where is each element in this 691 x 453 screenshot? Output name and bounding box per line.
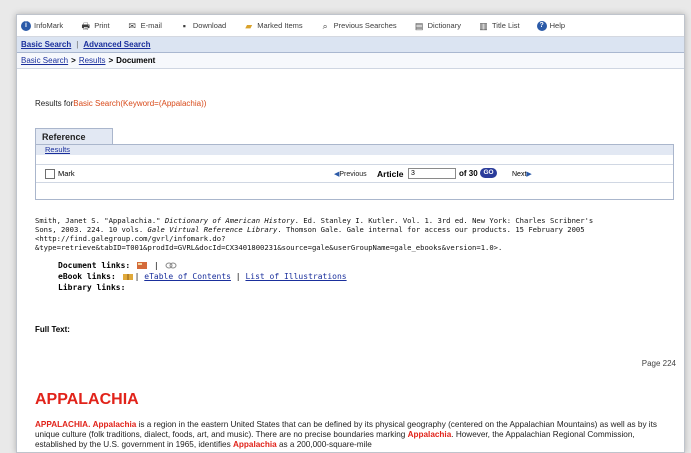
reference-body: Results Mark ◀Previous Article 3 of 30 G…	[35, 144, 674, 200]
help-button[interactable]: ? Help	[536, 20, 566, 31]
reference-panel: Reference Results Mark ◀Previous Article…	[35, 128, 674, 200]
full-text-label: Full Text:	[35, 325, 70, 334]
citation-url: <http://find.galegroup.com/gvrl/infomark…	[35, 234, 226, 243]
go-button[interactable]: GO	[480, 168, 497, 178]
results-for: Results forBasic Search(Keyword=(Appalac…	[35, 99, 206, 108]
breadcrumb: Basic Search > Results > Document	[17, 53, 684, 69]
highlight-term: Appalachia	[92, 420, 137, 429]
citation-collection: Gale Virtual Reference Library	[147, 225, 278, 234]
infomark-button[interactable]: i InfoMark	[21, 20, 64, 31]
results-for-prefix: Results for	[35, 99, 74, 108]
help-icon: ?	[536, 20, 547, 31]
breadcrumb-results[interactable]: Results	[79, 56, 106, 65]
breadcrumb-current: Document	[116, 56, 156, 65]
article-number-input[interactable]: 3	[408, 168, 456, 179]
next-label: Next	[512, 170, 527, 178]
email-icon: ✉	[128, 20, 136, 31]
previous-searches-label: Previous Searches	[333, 21, 397, 30]
highlight-term: Appalachia	[407, 430, 452, 439]
links-separator: |	[235, 272, 241, 281]
email-label: E-mail	[140, 21, 162, 30]
marked-items-button[interactable]: ▰ Marked Items	[243, 21, 302, 31]
next-arrow-icon: ▶	[526, 170, 532, 178]
breadcrumb-sep: >	[108, 56, 114, 65]
ebook-icon	[122, 274, 133, 280]
marked-items-icon: ▰	[245, 20, 253, 31]
breadcrumb-sep: >	[71, 56, 76, 65]
citation-text: Smith, Janet S. "Appalachia."	[35, 216, 165, 225]
download-icon: ▪	[182, 20, 186, 31]
advanced-search-link[interactable]: Advanced Search	[83, 40, 150, 49]
marked-items-label: Marked Items	[257, 21, 303, 30]
highlight-term: APPALACHIA.	[35, 420, 91, 429]
toolbar: i InfoMark 🖶 Print ✉ E-mail ▪ Download ▰ Mark…	[17, 15, 684, 37]
article-navigation: Mark ◀Previous Article 3 of 30 GO Next▶	[36, 164, 673, 183]
browser-frame: i InfoMark 🖶 Print ✉ E-mail ▪ Download ▰ Mark…	[16, 14, 685, 453]
search-nav-separator: |	[76, 40, 79, 49]
document-links-label: Document links:	[58, 261, 131, 270]
citation-source-title: Dictionary of American History	[164, 216, 295, 225]
article-text: as a 200,000-square-mile	[276, 440, 372, 449]
page-number: Page 224	[641, 359, 676, 368]
dictionary-icon: ▤	[414, 20, 424, 31]
document-link-icon[interactable]	[136, 261, 148, 270]
results-query: Basic Search(Keyword=(Appalachia))	[73, 99, 207, 108]
list-of-illustrations-link[interactable]: List of Illustrations	[245, 272, 346, 281]
dictionary-button[interactable]: ▤ Dictionary	[414, 21, 461, 31]
breadcrumb-basic-search[interactable]: Basic Search	[21, 56, 68, 65]
article-label: Article	[377, 168, 404, 179]
title-list-button[interactable]: ▥ Title List	[478, 20, 520, 31]
previous-searches-button[interactable]: ⌕ Previous Searches	[320, 21, 397, 31]
citation-text: . Thomson Gale. Gale internal for access…	[277, 225, 585, 234]
document-links-block: Document links: | eBook links: | eTable …	[58, 261, 347, 292]
title-list-icon: ▥	[479, 20, 488, 31]
library-links-label: Library links:	[58, 283, 126, 292]
tab-reference[interactable]: Reference	[35, 128, 113, 145]
article-title: APPALACHIA	[35, 391, 139, 408]
dictionary-label: Dictionary	[427, 21, 461, 30]
citation: Smith, Janet S. "Appalachia." Dictionary…	[35, 216, 675, 252]
download-label: Download	[192, 21, 227, 30]
highlight-term: Appalachia	[232, 440, 277, 449]
ebook-links-label: eBook links:	[58, 272, 116, 281]
previous-searches-icon: ⌕	[322, 20, 328, 31]
mark-label: Mark	[58, 169, 75, 178]
link-chain-icon[interactable]	[165, 261, 177, 270]
search-nav: Basic Search | Advanced Search	[17, 37, 684, 53]
title-list-label: Title List	[491, 21, 520, 30]
infomark-icon: i	[21, 20, 31, 31]
basic-search-link[interactable]: Basic Search	[21, 40, 71, 49]
download-button[interactable]: ▪ Download	[179, 21, 226, 31]
email-button[interactable]: ✉ E-mail	[127, 21, 162, 31]
results-link[interactable]: Results	[45, 145, 70, 154]
print-button[interactable]: 🖶 Print	[80, 21, 109, 31]
article-text: is a region in the eastern United States…	[136, 420, 555, 429]
article-total: of 30	[459, 169, 478, 178]
print-label: Print	[94, 21, 110, 30]
previous-link[interactable]: ◀Previous	[334, 170, 367, 178]
article-body: APPALACHIA. Appalachia is a region in th…	[35, 420, 675, 450]
next-link[interactable]: Next▶	[512, 170, 532, 178]
help-label: Help	[549, 21, 566, 30]
article-text: .	[451, 430, 454, 439]
infomark-label: InfoMark	[34, 21, 64, 30]
mark-checkbox[interactable]	[45, 168, 55, 179]
printer-icon: 🖶	[81, 20, 90, 31]
etable-of-contents-link[interactable]: eTable of Contents	[144, 272, 231, 281]
reference-subnav: Results	[36, 145, 673, 155]
citation-text: Sons, 2003. 224. 10 vols.	[35, 225, 148, 234]
citation-text: . Ed. Stanley I. Kutler. Vol. 1. 3rd ed.…	[294, 216, 594, 225]
previous-label: Previous	[339, 170, 367, 178]
citation-url-params: &type=retrieve&tabID=T001&prodId=GVRL&do…	[35, 243, 503, 252]
